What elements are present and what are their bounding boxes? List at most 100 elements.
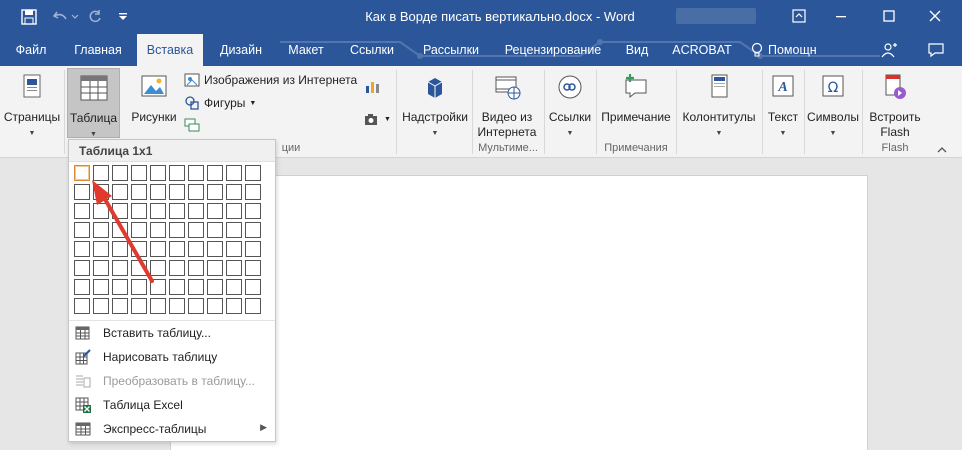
tab-tell-me[interactable]: Помощн: [768, 34, 828, 66]
lightbulb-icon[interactable]: [748, 34, 766, 66]
excel-table-menu-item[interactable]: Таблица Excel: [69, 394, 275, 416]
table-grid-cell[interactable]: [150, 222, 166, 238]
table-grid-cell[interactable]: [188, 298, 204, 314]
table-grid-cell[interactable]: [112, 298, 128, 314]
table-grid-cell[interactable]: [93, 279, 109, 295]
table-button[interactable]: Таблица ▼: [67, 68, 120, 138]
table-grid-cell[interactable]: [188, 279, 204, 295]
table-grid-cell[interactable]: [226, 298, 242, 314]
table-grid-cell[interactable]: [207, 241, 223, 257]
table-grid-cell[interactable]: [188, 241, 204, 257]
maximize-icon[interactable]: [874, 4, 904, 28]
tab-references[interactable]: Ссылки: [342, 34, 402, 66]
table-grid-cell[interactable]: [188, 184, 204, 200]
smartart-button[interactable]: [184, 118, 200, 132]
table-grid-cell[interactable]: [169, 203, 185, 219]
table-grid-cell[interactable]: [74, 279, 90, 295]
table-grid-cell[interactable]: [150, 165, 166, 181]
table-grid-cell[interactable]: [150, 279, 166, 295]
table-grid-cell[interactable]: [150, 260, 166, 276]
table-grid-cell[interactable]: [169, 279, 185, 295]
screenshot-button[interactable]: ▼: [364, 112, 391, 126]
table-grid-cell[interactable]: [93, 241, 109, 257]
table-grid-cell[interactable]: [207, 184, 223, 200]
table-grid-cell[interactable]: [93, 203, 109, 219]
table-grid-cell[interactable]: [226, 241, 242, 257]
table-grid-cell[interactable]: [131, 222, 147, 238]
table-grid-cell[interactable]: [131, 203, 147, 219]
table-grid-cell[interactable]: [245, 184, 261, 200]
table-grid-cell[interactable]: [207, 165, 223, 181]
tab-acrobat[interactable]: ACROBAT: [666, 34, 738, 66]
draw-table-menu-item[interactable]: Нарисовать таблицу: [69, 346, 275, 368]
pictures-button[interactable]: Рисунки: [126, 68, 182, 138]
comment-button[interactable]: Примечание: [598, 68, 674, 138]
table-grid-cell[interactable]: [93, 298, 109, 314]
table-grid-cell[interactable]: [245, 260, 261, 276]
table-grid-cell[interactable]: [207, 298, 223, 314]
table-grid-cell[interactable]: [112, 165, 128, 181]
table-grid-cell[interactable]: [245, 279, 261, 295]
ribbon-display-options-icon[interactable]: [784, 4, 814, 28]
tab-design[interactable]: Дизайн: [212, 34, 270, 66]
table-grid-cell[interactable]: [169, 241, 185, 257]
table-grid-cell[interactable]: [131, 184, 147, 200]
table-grid-cell[interactable]: [188, 260, 204, 276]
comments-icon[interactable]: [922, 34, 950, 66]
symbols-button[interactable]: Ω Символы ▼: [806, 68, 860, 138]
table-grid-cell[interactable]: [150, 298, 166, 314]
chart-button[interactable]: [364, 78, 380, 94]
table-grid-cell[interactable]: [74, 260, 90, 276]
table-grid-cell[interactable]: [226, 184, 242, 200]
table-grid-cell[interactable]: [93, 260, 109, 276]
table-grid-cell[interactable]: [131, 260, 147, 276]
table-grid-cell[interactable]: [93, 184, 109, 200]
insert-table-menu-item[interactable]: Вставить таблицу...: [69, 322, 275, 344]
table-grid-cell[interactable]: [150, 184, 166, 200]
quick-tables-menu-item[interactable]: Экспресс-таблицы ▶: [69, 418, 275, 440]
table-grid-cell[interactable]: [245, 241, 261, 257]
table-grid-cell[interactable]: [74, 298, 90, 314]
table-grid-cell[interactable]: [207, 222, 223, 238]
table-grid-cell[interactable]: [188, 222, 204, 238]
table-grid-cell[interactable]: [112, 260, 128, 276]
table-grid-cell[interactable]: [74, 184, 90, 200]
table-grid-cell[interactable]: [245, 203, 261, 219]
table-grid-cell[interactable]: [245, 165, 261, 181]
table-grid-cell[interactable]: [169, 184, 185, 200]
undo-dropdown-icon[interactable]: [70, 6, 80, 28]
table-grid-cell[interactable]: [131, 298, 147, 314]
table-grid-cell[interactable]: [226, 279, 242, 295]
shapes-button[interactable]: Фигуры ▼: [184, 95, 256, 111]
tab-view[interactable]: Вид: [618, 34, 656, 66]
table-grid-cell[interactable]: [112, 203, 128, 219]
table-grid-cell[interactable]: [245, 298, 261, 314]
save-icon[interactable]: [18, 6, 40, 28]
minimize-icon[interactable]: [826, 4, 856, 28]
pages-button[interactable]: Страницы ▼: [2, 68, 62, 138]
table-grid-cell[interactable]: [169, 260, 185, 276]
tab-home[interactable]: Главная: [64, 34, 132, 66]
table-grid-cell[interactable]: [93, 165, 109, 181]
table-grid-cell[interactable]: [150, 203, 166, 219]
table-grid-cell[interactable]: [207, 260, 223, 276]
table-grid-cell[interactable]: [112, 279, 128, 295]
tab-insert[interactable]: Вставка: [137, 34, 203, 66]
table-grid-cell[interactable]: [188, 203, 204, 219]
online-pictures-button[interactable]: Изображения из Интернета: [184, 72, 357, 88]
table-grid-cell[interactable]: [74, 241, 90, 257]
table-grid-cell[interactable]: [207, 279, 223, 295]
embed-flash-button[interactable]: Встроить Flash: [864, 68, 926, 139]
table-grid-cell[interactable]: [112, 241, 128, 257]
table-grid-cell[interactable]: [131, 279, 147, 295]
undo-icon[interactable]: [50, 6, 72, 28]
table-grid-cell[interactable]: [150, 241, 166, 257]
table-grid-cell[interactable]: [93, 222, 109, 238]
table-grid-cell[interactable]: [226, 203, 242, 219]
links-button[interactable]: Ссылки ▼: [546, 68, 594, 138]
close-icon[interactable]: [920, 4, 950, 28]
header-footer-button[interactable]: Колонтитулы ▼: [678, 68, 760, 138]
table-grid-cell[interactable]: [131, 165, 147, 181]
text-button[interactable]: A Текст ▼: [764, 68, 802, 138]
table-grid-cell[interactable]: [112, 184, 128, 200]
